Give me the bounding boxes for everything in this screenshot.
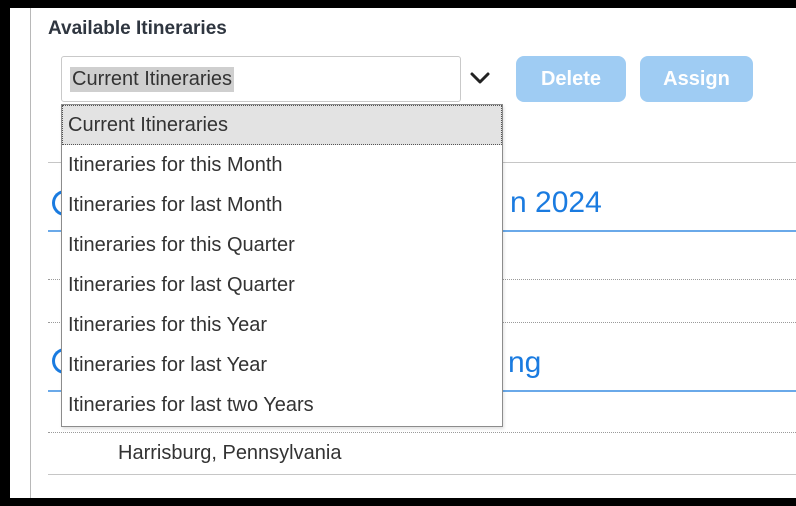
dropdown-option[interactable]: Itineraries for last Quarter [62, 265, 502, 305]
itinerary-location: Harrisburg, Pennsylvania [118, 442, 342, 464]
dropdown-option[interactable]: Itineraries for last Month [62, 185, 502, 225]
itinerary-filter-dropdown[interactable]: Current Itineraries Itineraries for this… [61, 104, 503, 427]
dropdown-option[interactable]: Current Itineraries [62, 105, 502, 145]
dropdown-option[interactable]: Itineraries for last two Years [62, 385, 502, 425]
divider [48, 474, 796, 475]
app-canvas: Available Itineraries Current Itinerarie… [10, 8, 796, 498]
dropdown-option[interactable]: Itineraries for last Year [62, 345, 502, 385]
itinerary-filter-value: Current Itineraries [70, 67, 235, 92]
assign-button[interactable]: Assign [640, 56, 753, 102]
left-divider [30, 8, 31, 498]
dropdown-option[interactable]: Itineraries for this Quarter [62, 225, 502, 265]
itinerary-filter-select[interactable]: Current Itineraries [61, 56, 461, 102]
chevron-down-icon[interactable] [468, 68, 492, 88]
dropdown-option[interactable]: Itineraries for this Year [62, 305, 502, 345]
divider [48, 432, 796, 433]
itinerary-title[interactable]: ng [508, 346, 541, 380]
section-title: Available Itineraries [48, 18, 227, 39]
dropdown-option[interactable]: Itineraries for this Month [62, 145, 502, 185]
delete-button[interactable]: Delete [516, 56, 626, 102]
itinerary-title[interactable]: n 2024 [510, 186, 602, 220]
